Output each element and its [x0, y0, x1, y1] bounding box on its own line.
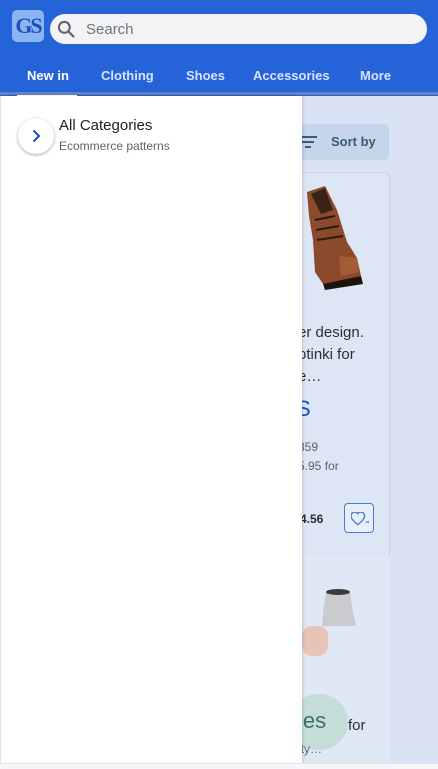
- categories-drawer: All Categories Ecommerce patterns: [0, 96, 302, 769]
- category-tabs: New in Clothing Shoes Accessories More: [0, 56, 438, 94]
- product-description: er design. otinki for e…: [298, 322, 388, 388]
- expand-button[interactable]: [18, 118, 54, 154]
- old-price-line: 359: [298, 440, 319, 454]
- chevron-right-icon: [33, 130, 40, 142]
- description-line: otinki for: [298, 346, 355, 363]
- heart-icon: [351, 512, 369, 526]
- vase-product-image: [302, 589, 356, 656]
- bottom-edge: [0, 763, 438, 769]
- drawer-item-subtitle: Ecommerce patterns: [59, 139, 170, 153]
- favorite-button[interactable]: [344, 503, 374, 533]
- tab-shoes[interactable]: Shoes: [186, 68, 225, 83]
- collection-badge-text: ies: [298, 708, 327, 733]
- drawer-item-all-categories[interactable]: All Categories Ecommerce patterns: [1, 114, 303, 158]
- drawer-item-title: All Categories: [59, 117, 153, 134]
- product-for-text: for: [348, 717, 366, 734]
- tab-accessories[interactable]: Accessories: [253, 68, 330, 83]
- description-line: er design.: [298, 324, 364, 341]
- tab-new-in[interactable]: New in: [27, 68, 69, 83]
- old-price-line: 5.95 for: [298, 459, 339, 473]
- search-input[interactable]: [86, 18, 416, 40]
- product-installment-price: 4.56: [300, 512, 324, 526]
- sort-label: Sort by: [331, 134, 376, 149]
- product-old-price: 359 5.95 for: [298, 438, 339, 476]
- tab-clothing[interactable]: Clothing: [101, 68, 154, 83]
- description-line: e…: [298, 368, 322, 385]
- search-bar[interactable]: [50, 14, 427, 44]
- search-icon: [57, 20, 75, 38]
- tab-more[interactable]: More: [360, 68, 391, 83]
- app-header: GS New in Clothing Shoes Accessories Mor…: [0, 0, 438, 96]
- brand-logo[interactable]: GS: [12, 10, 44, 42]
